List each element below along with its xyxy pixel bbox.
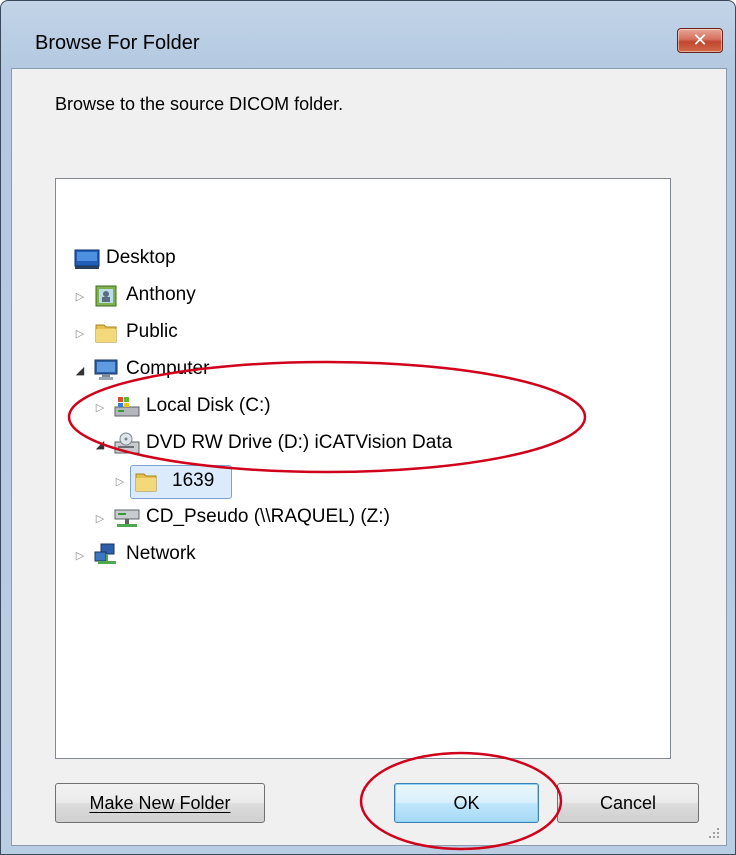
- collapse-arrow-icon[interactable]: ◢: [94, 438, 106, 451]
- user-folder-icon: [95, 285, 117, 307]
- dvd-drive-icon: [114, 432, 140, 454]
- hard-drive-icon: [114, 397, 140, 417]
- expand-arrow-icon[interactable]: ▷: [74, 290, 86, 303]
- folder-icon: [135, 473, 157, 492]
- network-icon: [94, 543, 116, 564]
- expand-arrow-icon[interactable]: ▷: [74, 549, 86, 562]
- cancel-button[interactable]: Cancel: [557, 783, 699, 823]
- network-drive-icon: [114, 509, 140, 527]
- dialog-body: Browse to the source DICOM folder. Deskt…: [11, 68, 727, 846]
- folder-tree[interactable]: Desktop ▷ Anthony ▷ Public ◢ Computer ▷ …: [55, 178, 671, 759]
- expand-arrow-icon[interactable]: ▷: [114, 475, 126, 488]
- desktop-icon: [74, 249, 100, 269]
- dialog-title: Browse For Folder: [35, 32, 200, 54]
- expand-arrow-icon[interactable]: ▷: [94, 512, 106, 525]
- close-icon: ✕: [692, 30, 708, 50]
- folder-icon: [95, 324, 117, 343]
- close-button[interactable]: ✕: [677, 28, 723, 53]
- browse-for-folder-dialog: Browse For Folder ✕ Browse to the source…: [0, 0, 736, 855]
- ok-button[interactable]: OK: [394, 783, 539, 823]
- expand-arrow-icon[interactable]: ▷: [74, 327, 86, 340]
- expand-arrow-icon[interactable]: ▷: [94, 401, 106, 414]
- make-new-folder-button[interactable]: Make New Folder: [55, 783, 265, 823]
- collapse-arrow-icon[interactable]: ◢: [74, 364, 86, 377]
- computer-icon: [94, 359, 118, 380]
- dialog-prompt: Browse to the source DICOM folder.: [55, 94, 344, 114]
- resize-grip-icon[interactable]: [706, 825, 720, 839]
